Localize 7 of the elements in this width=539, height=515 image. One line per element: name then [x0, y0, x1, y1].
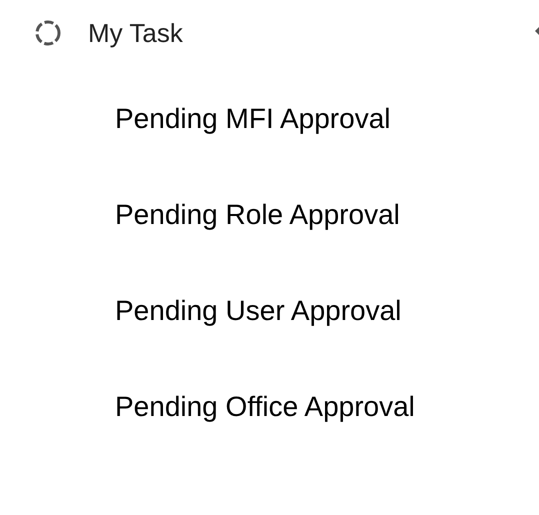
caret-icon[interactable]: [535, 27, 539, 35]
menu-item[interactable]: Pending Office Approval: [115, 359, 415, 455]
menu-item[interactable]: Pending Role Approval: [115, 167, 400, 263]
menu-title[interactable]: My Task: [88, 14, 183, 52]
menu-item[interactable]: Pending User Approval: [115, 263, 402, 359]
menu-item[interactable]: Pending MFI Approval: [115, 71, 390, 167]
refresh-icon: [34, 19, 62, 47]
